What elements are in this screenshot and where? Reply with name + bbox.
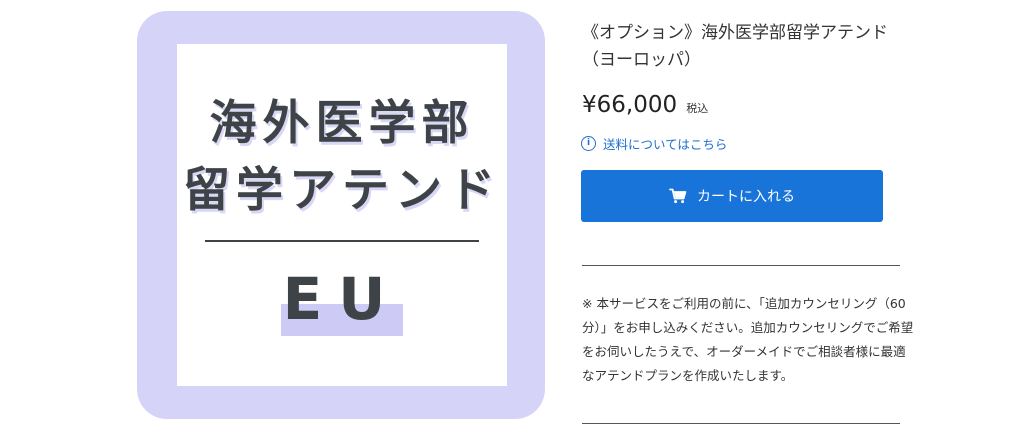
shipping-info-link[interactable]: i 送料についてはこちら — [581, 134, 727, 153]
image-text-line1: 海外医学部 — [209, 96, 475, 151]
add-to-cart-label: カートに入れる — [697, 189, 795, 205]
product-image[interactable]: 海外医学部 留学アテンド EU — [137, 11, 545, 419]
divider — [582, 423, 900, 424]
cart-icon — [669, 188, 687, 204]
product-image-card: 海外医学部 留学アテンド EU — [177, 44, 507, 386]
divider — [582, 265, 900, 266]
add-to-cart-button[interactable]: カートに入れる — [581, 170, 883, 222]
service-notice: ※ 本サービスをご利用の前に、「追加カウンセリング（60分）」をお申し込みくださ… — [582, 296, 914, 383]
price-amount: ¥66,000 — [582, 92, 678, 118]
tax-label: 税込 — [686, 102, 709, 115]
price: ¥66,000 税込 — [582, 92, 708, 118]
image-region-label: EU — [282, 265, 402, 333]
image-divider — [205, 240, 479, 242]
shipping-info-label: 送料についてはこちら — [603, 137, 728, 152]
image-text-line2: 留学アテンド — [183, 163, 501, 218]
info-circle-icon: i — [581, 136, 596, 151]
product-title: 《オプション》海外医学部留学アテンド（ヨーロッパ） — [582, 23, 888, 70]
